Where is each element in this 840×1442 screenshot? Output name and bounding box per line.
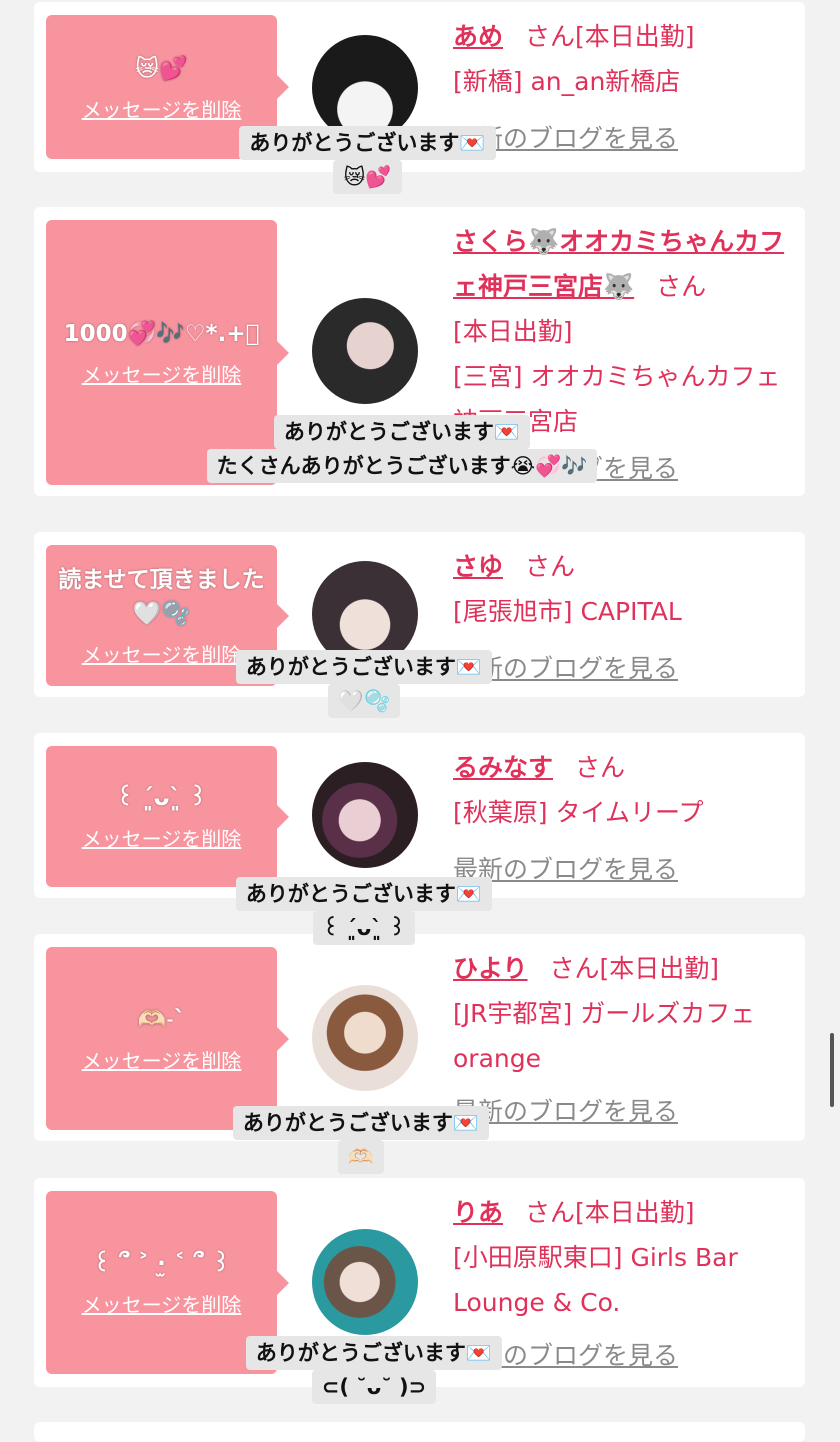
message-text: 😿💕 [135,55,188,82]
cast-info: ひより さん[本日出勤] [JR宇都宮] ガールズカフェ orange [453,946,791,1081]
reply-emoji: 🫶🏻 [337,1140,385,1174]
message-bubble: 🫶🏻˗ˋ メッセージを削除 [46,947,289,1130]
reply-block: ありがとうございます💌 🫶🏻 [202,1106,520,1174]
cast-name-link[interactable]: さゆ [453,552,503,581]
reply-block: ありがとうございます💌 ꒰ ´͈ᴗ`͈ ꒱ [214,877,514,945]
thread-card: 😿💕 メッセージを削除 あめ さん[本日出勤] [新橋] an_an新橋店 最新の… [34,2,805,194]
reply-block: ありがとうございます💌 ⊂( ˘ᴗ˘ )⊃ [218,1336,530,1404]
reply-text: ありがとうございます💌 [239,126,496,160]
cast-info: るみなす さん [秋葉原] タイムリープ [453,745,791,835]
reply-text: ありがとうございます💌 [235,877,493,911]
delete-message-link[interactable]: メッセージを削除 [82,1289,242,1318]
honorific: さん [525,1198,576,1227]
thread-card-partial [34,1422,805,1442]
thread-card: 読ませて頂きました🤍🫧 メッセージを削除 さゆ さん [尾張旭市] CAPITAL… [34,532,805,718]
message-text: ꒰ ´͈ᴗ`͈ ꒱ [116,785,207,811]
reply-text: ありがとうございます💌 [235,650,493,684]
message-text: 🫶🏻˗ˋ [137,1007,186,1033]
avatar[interactable] [312,985,418,1091]
honorific: さん [549,954,600,983]
delete-message-link[interactable]: メッセージを削除 [82,359,242,388]
cast-name-link[interactable]: ひより [453,954,528,983]
honorific: さん [525,552,576,581]
shop-text-cont: orange [453,1044,541,1073]
cast-name-link[interactable]: あめ [453,22,503,51]
shop-text: [尾張旭市] CAPITAL [453,597,682,626]
honorific: さん [656,272,707,301]
message-text: 読ませて頂きました🤍🫧 [58,567,265,627]
avatar[interactable] [312,1229,418,1335]
status-text: [本日出勤] [453,317,573,346]
status-text: [本日出勤] [599,954,720,983]
cast-name-link[interactable]: るみなす [453,753,553,782]
thread-card: ꒰ ´͈ᴗ`͈ ꒱ メッセージを削除 るみなす さん [秋葉原] タイムリープ 最… [34,733,805,945]
shop-text: [小田原駅東口] Girls Bar [453,1243,738,1272]
message-text: ꒰ ՞ ˃ ·̫ ˂ ՞ ꒱ [93,1251,230,1277]
status-text: [本日出勤] [575,22,695,51]
avatar[interactable] [312,762,418,868]
delete-message-link[interactable]: メッセージを削除 [82,94,242,123]
reply-emoji: ⊂( ˘ᴗ˘ )⊃ [311,1370,437,1404]
thread-card: ꒰ ՞ ˃ ·̫ ˂ ՞ ꒱ メッセージを削除 りあ さん[本日出勤] [小田原駅… [34,1178,805,1404]
scrollbar[interactable] [830,1033,834,1107]
honorific: さん [525,22,576,51]
cast-info: さくら🐺オオカミちゃんカフェ神戸三宮店🐺 さん [本日出勤] [三宮] オオカミち… [453,219,791,444]
shop-text: [秋葉原] タイムリープ [453,798,704,827]
reply-text: ありがとうございます💌 [245,1336,503,1370]
shop-text: [新橋] an_an新橋店 [453,67,681,96]
message-bubble: ꒰ ´͈ᴗ`͈ ꒱ メッセージを削除 [46,746,289,887]
reply-emoji: 🤍🫧 [327,684,401,718]
avatar[interactable] [312,298,418,404]
status-text: [本日出勤] [575,1198,695,1227]
cast-info: りあ さん[本日出勤] [小田原駅東口] Girls Bar Lounge & C… [453,1190,791,1325]
honorific: さん [575,753,626,782]
cast-info: あめ さん[本日出勤] [新橋] an_an新橋店 [453,14,791,104]
cast-info: さゆ さん [尾張旭市] CAPITAL [453,544,791,634]
message-text: 1000💞🎶♡*.+ﾟ [63,321,260,347]
delete-message-link[interactable]: メッセージを削除 [82,823,242,852]
delete-message-link[interactable]: メッセージを削除 [82,1045,242,1074]
shop-text-cont: Lounge & Co. [453,1288,621,1317]
reply-block: ありがとうございます💌 🤍🫧 [214,650,514,718]
reply-block: ありがとうございます💌 😿💕 [210,126,525,194]
cast-name-link[interactable]: さくら🐺オオカミちゃんカフェ神戸三宮店🐺 [453,227,784,301]
reply-emoji: 😿💕 [333,160,402,194]
reply-text: ありがとうございます💌 [273,415,531,449]
reply-text: ありがとうございます💌 [232,1106,490,1140]
reply-block: ありがとうございます💌 たくさんありがとうございます😭💞🎶 [134,415,670,483]
shop-text: [JR宇都宮] ガールズカフェ [453,999,756,1028]
reply-text: たくさんありがとうございます😭💞🎶 [206,449,598,483]
cast-name-link[interactable]: りあ [453,1198,503,1227]
thread-card: 1000💞🎶♡*.+ﾟ メッセージを削除 さくら🐺オオカミちゃんカフェ神戸三宮店… [34,207,805,496]
reply-emoji: ꒰ ´͈ᴗ`͈ ꒱ [312,911,416,945]
thread-card: 🫶🏻˗ˋ メッセージを削除 ひより さん[本日出勤] [JR宇都宮] ガールズカフ… [34,934,805,1174]
